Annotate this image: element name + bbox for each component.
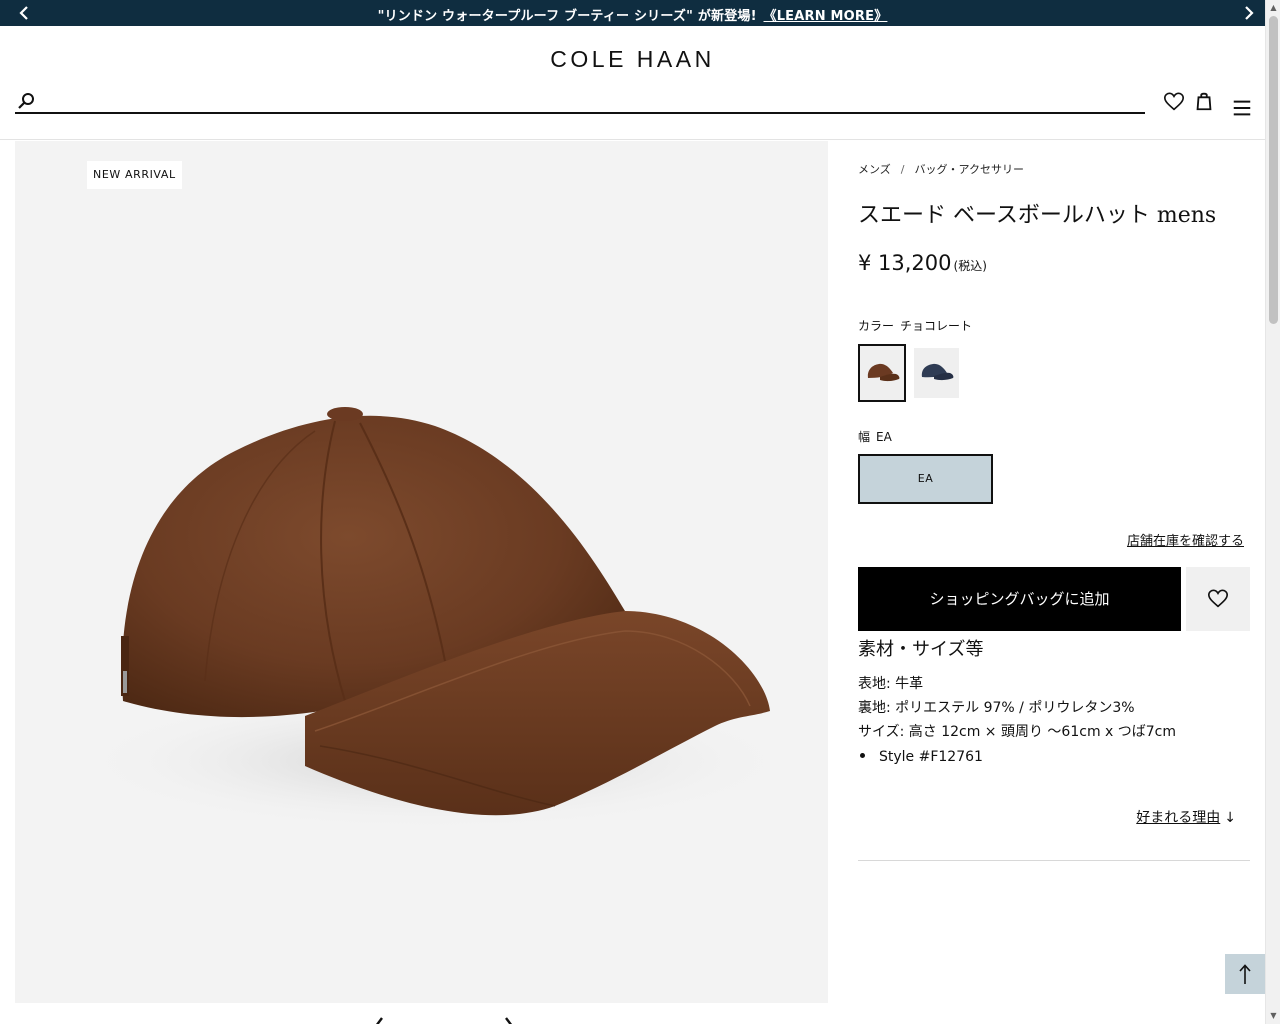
width-option-ea[interactable]: EA [858,454,993,504]
page-scrollbar[interactable]: ▲ ▼ [1265,0,1280,1024]
color-swatch-chocolate[interactable] [858,344,906,402]
scrollbar-thumb[interactable] [1269,16,1278,324]
width-selection-label: 幅 EA [858,428,892,445]
breadcrumb-separator: / [900,163,905,176]
breadcrumb-item-bags[interactable]: バッグ・アクセサリー [915,163,1024,176]
heart-icon [1208,589,1228,608]
price-tax-note: (税込) [953,259,987,273]
brown-cap-thumbnail [860,346,904,400]
heart-icon[interactable] [1162,90,1186,114]
suede-baseball-cap-image [75,407,795,831]
breadcrumb-item-mens[interactable]: メンズ [858,163,891,176]
chevron-left-icon[interactable] [372,1012,392,1024]
style-number: Style #F12761 [879,749,983,765]
materials-section-title: 素材・サイズ等 [858,639,984,660]
arrow-down-icon: ↓ [1224,810,1236,826]
color-swatch-navy[interactable] [914,348,959,398]
chevron-right-icon[interactable] [502,1012,522,1024]
chevron-right-icon[interactable] [1240,4,1258,22]
color-selection-label: カラー チョコレート [858,317,972,334]
style-number-item: Style #F12761 [858,749,983,765]
wishlist-button[interactable] [1186,567,1250,631]
bullet-icon [860,753,865,758]
spec-outer-material: 表地: 牛革 [858,676,924,692]
product-price: ¥ 13,200 (税込) [858,251,987,275]
site-header: COLE HAAN [0,26,1265,140]
why-loved-text[interactable]: 好まれる理由 [1136,810,1220,826]
product-title: スエード ベースボールハット mens [858,203,1217,228]
spec-size: サイズ: 高さ 12cm × 頭周り 〜61cm x つば7cm [858,724,1177,740]
announcement-bar: "リンドン ウォータープルーフ ブーティー シリーズ" が新登場! 《LEARN… [0,0,1265,26]
navy-cap-thumbnail [914,348,959,398]
color-value: チョコレート [900,319,973,333]
price-value: ¥ 13,200 [858,251,952,275]
add-to-bag-button[interactable]: ショッピングバッグに追加 [858,567,1181,631]
arrow-up-icon [1239,964,1251,984]
shopping-bag-icon[interactable] [1192,89,1216,113]
new-arrival-badge: NEW ARRIVAL [87,161,182,189]
search-bar[interactable] [15,90,1145,114]
learn-more-link[interactable]: 《LEARN MORE》 [764,9,888,24]
width-label: 幅 [858,430,871,444]
brand-logo[interactable]: COLE HAAN [0,46,1265,73]
width-value: EA [876,430,892,444]
search-icon[interactable] [17,92,35,110]
announcement-message: "リンドン ウォータープルーフ ブーティー シリーズ" が新登場! 《LEARN… [0,5,1265,24]
breadcrumb: メンズ / バッグ・アクセサリー [858,161,1024,177]
back-to-top-button[interactable] [1225,954,1265,994]
color-label: カラー [858,319,895,333]
section-divider [858,860,1250,861]
spec-lining-material: 裏地: ポリエステル 97% / ポリウレタン3% [858,700,1135,716]
scroll-up-icon[interactable]: ▲ [1269,3,1278,13]
menu-icon[interactable] [1230,96,1254,120]
search-input[interactable] [45,90,1125,112]
check-store-stock-link[interactable]: 店舗在庫を確認する [1127,530,1244,549]
announcement-text: "リンドン ウォータープルーフ ブーティー シリーズ" が新登場! [377,9,757,24]
why-loved-link[interactable]: 好まれる理由 ↓ [1136,807,1236,827]
product-image-gallery[interactable]: NEW ARRIVAL [15,141,828,1003]
scroll-down-icon[interactable]: ▼ [1269,1011,1278,1021]
